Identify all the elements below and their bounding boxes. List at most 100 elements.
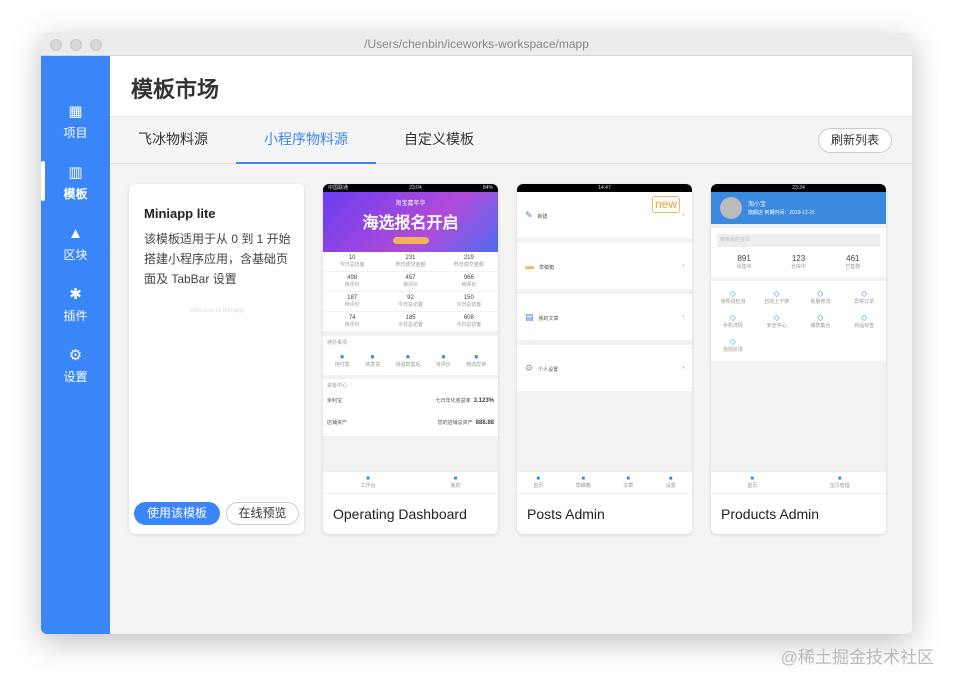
- status-bar: 23:34: [711, 184, 886, 192]
- status-bar: 中国联通 23:04 84%: [323, 184, 498, 192]
- fund-section: 资金中心 余利宝 七日年化收益率 3.123% 店铺资产 您的店铺总资产 888.88: [323, 379, 498, 436]
- todo-icon: ●: [339, 352, 345, 361]
- todo-icon: ●: [473, 352, 479, 361]
- tab-label: 首页: [533, 483, 544, 489]
- time: 23:34: [792, 185, 805, 191]
- tab-label: 首页: [747, 483, 758, 489]
- tab-label: 设置: [665, 483, 676, 489]
- sidebar-item-label: 区块: [63, 248, 88, 262]
- feature-item: ◇ 爆款集合: [799, 309, 843, 333]
- phone-tab: ■ 我的: [450, 476, 460, 489]
- page-title: 模板市场: [131, 77, 220, 102]
- sidebar-item-projects[interactable]: ▦ 项目: [41, 104, 110, 141]
- fund-row: 余利宝 七日年化收益率 3.123%: [327, 389, 494, 411]
- tab-label: 宝贝管理: [829, 483, 850, 489]
- todo-section: 待办事项 ● 待付款 ● 待发货 ● 待退款售后 ● 待评价 ● 物流异常: [323, 336, 498, 375]
- app-window: /Users/chenbin/iceworks-workspace/mapp ▦…: [41, 33, 912, 634]
- menu-icon: ⚙: [525, 362, 534, 373]
- feature-icon: ◇: [729, 337, 736, 346]
- tab-custom-template[interactable]: 自定义模板: [376, 117, 502, 164]
- stat-label: 待评价: [344, 322, 360, 328]
- stat-label: 已售罄: [845, 264, 861, 270]
- todo-label: 待退款售后: [395, 362, 421, 368]
- fund-desc: 七日年化收益率: [435, 397, 471, 404]
- feature-label: 违规词检测: [720, 299, 746, 305]
- stat-label: 出售中: [736, 264, 752, 270]
- template-card-products-admin[interactable]: 23:34 淘小宝 旗舰店 到期时间：2019-12-21 搜索我的宝贝 891…: [711, 184, 886, 534]
- feature-item: ◇ 异常订单: [842, 285, 886, 309]
- fund-value: 888.88: [475, 419, 494, 426]
- stat-value: 891: [737, 254, 751, 263]
- blocks-icon: ▲: [68, 225, 83, 242]
- minimize-window-button[interactable]: [70, 39, 82, 51]
- stat-label: 今日总访客: [456, 322, 482, 328]
- feature-icon: ◇: [817, 313, 824, 322]
- refresh-list-button[interactable]: 刷新列表: [817, 128, 892, 153]
- tab-iceworks-source[interactable]: 飞冰物料源: [110, 117, 236, 164]
- menu-icon: ✎: [525, 209, 533, 220]
- phone-tab: ■ 草稿箱: [576, 476, 591, 489]
- stat-cell: 457 待评价: [381, 272, 440, 292]
- stat-cell: 187 待评价: [323, 292, 382, 312]
- stat-value: 123: [791, 254, 806, 263]
- title-bar: /Users/chenbin/iceworks-workspace/mapp: [41, 33, 912, 56]
- todo-label: 待评价: [435, 362, 451, 368]
- time: 14:47: [598, 185, 611, 191]
- tab-miniapp-source[interactable]: 小程序物料源: [236, 117, 376, 164]
- fund-desc: 您的店铺总资产: [437, 419, 473, 426]
- template-preview: 中国联通 23:04 84% 淘宝嘉年华 海选报名开启 10 今日总访客 231 昨日成交…: [323, 184, 498, 493]
- phone-tabbar: ■ 首页 ■ 宝贝管理: [711, 471, 886, 493]
- puzzle-icon: ✱: [69, 286, 82, 303]
- todo-label: 物流异常: [466, 362, 487, 368]
- feature-icon: ◇: [773, 313, 780, 322]
- template-name: Operating Dashboard: [323, 493, 498, 534]
- sidebar: ▦ 项目 ▥ 模板 ▲ 区块 ✱ 插件 ⚙ 设置: [41, 56, 110, 634]
- sidebar-item-settings[interactable]: ⚙ 设置: [41, 348, 110, 385]
- menu-label: 我的文章: [538, 315, 559, 322]
- status-bar: 14:47: [517, 184, 692, 192]
- template-preview: 23:34 淘小宝 旗舰店 到期时间：2019-12-21 搜索我的宝贝 891…: [711, 184, 886, 493]
- post-menu-item: ▤ 我的文章 ›: [517, 294, 692, 340]
- feature-icon: ◇: [861, 289, 868, 298]
- chevron-right-icon: ›: [682, 263, 684, 269]
- template-preview: 14:47 ✎ 新建 › ▬ 草稿箱 › ▤ 我的文章 › ⚙ 个人设置 › ■ 首页 ■ 草稿箱 ■ 文章 ■ 设…: [517, 184, 692, 493]
- sidebar-item-templates[interactable]: ▥ 模板: [41, 161, 110, 202]
- stat-value: 150: [463, 295, 474, 301]
- feature-label: 安全中心: [766, 323, 787, 329]
- page-header: 模板市场: [110, 56, 912, 117]
- sidebar-item-blocks[interactable]: ▲ 区块: [41, 226, 110, 263]
- preview-watermark: Welcome to Miniapp: [189, 308, 244, 314]
- user-sub: 旗舰店 到期时间：2019-12-21: [748, 210, 815, 216]
- template-card-operating-dashboard[interactable]: 中国联通 23:04 84% 淘宝嘉年华 海选报名开启 10 今日总访客 231 昨日成交…: [323, 184, 498, 534]
- template-title: Miniapp lite: [144, 206, 216, 221]
- todo-icon: ●: [405, 352, 411, 361]
- stat-cell: 185 今日总访客: [381, 312, 440, 332]
- feature-item: ◇ 安全中心: [755, 309, 799, 333]
- tab-icon: ■: [837, 476, 842, 482]
- phone-tab: ■ 宝贝管理: [830, 476, 850, 489]
- tab-icon: ■: [668, 476, 673, 482]
- feature-icon: ◇: [729, 313, 736, 322]
- stat-cell: 966 待评价: [439, 272, 498, 292]
- use-template-button[interactable]: 使用该模板: [134, 502, 220, 525]
- new-badge: new: [651, 196, 680, 213]
- phone-tab: ■ 工作台: [360, 476, 375, 489]
- phone-tab: ■ 首页: [533, 476, 543, 489]
- feature-item: ◇ 批量修改: [799, 285, 843, 309]
- online-preview-button[interactable]: 在线预览: [226, 502, 299, 525]
- banner: 淘宝嘉年华 海选报名开启: [323, 192, 498, 252]
- feature-item: ◇ 自动上下架: [755, 285, 799, 309]
- search-input: 搜索我的宝贝: [717, 234, 880, 247]
- template-card-posts-admin[interactable]: 14:47 ✎ 新建 › ▬ 草稿箱 › ▤ 我的文章 › ⚙ 个人设置 › ■ 首页 ■ 草稿箱 ■ 文章 ■ 设…: [517, 184, 692, 534]
- sidebar-item-label: 设置: [63, 370, 88, 384]
- todo-item: ● 待发货: [365, 352, 380, 368]
- sidebar-item-plugins[interactable]: ✱ 插件: [41, 287, 110, 324]
- stat-cell: 891 出售中: [717, 251, 771, 273]
- carrier: 中国联通: [328, 185, 349, 191]
- zoom-window-button[interactable]: [90, 39, 102, 51]
- menu-label: 个人设置: [538, 366, 559, 373]
- tab-icon: ■: [366, 476, 370, 482]
- stat-cell: 150 今日总访客: [439, 292, 498, 312]
- close-window-button[interactable]: [50, 39, 62, 51]
- tab-label: 文章: [623, 483, 634, 489]
